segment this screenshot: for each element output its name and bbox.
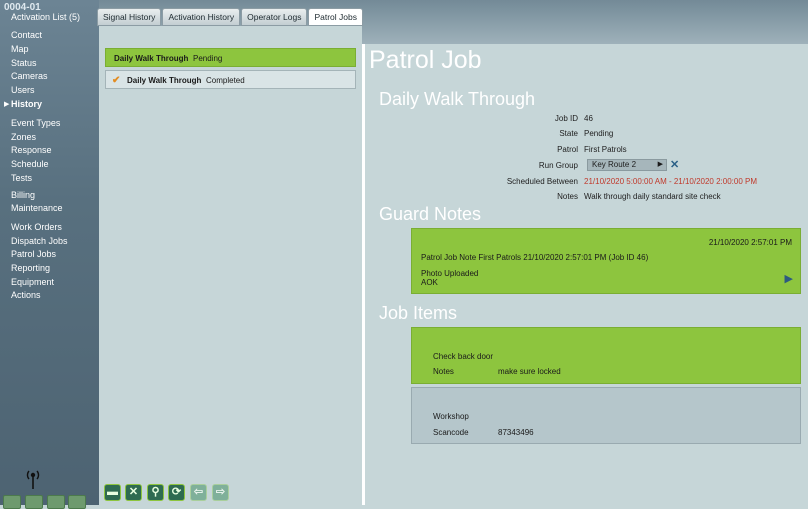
next-button[interactable]: ⇨ (212, 484, 229, 501)
job-name: Daily Walk Through (127, 76, 202, 85)
sidebar: 0004-01 Activation List (5) Contact Map … (0, 0, 99, 509)
job-item-card[interactable]: Check back door Notes make sure locked (411, 327, 801, 384)
run-group-value: Key Route 2 (592, 160, 637, 169)
job-item-notes-label: Notes (433, 367, 454, 376)
job-status: Pending (193, 54, 223, 63)
sidebar-item-activation-list[interactable]: Activation List (5) (11, 12, 80, 22)
sidebar-item-work-orders[interactable]: Work Orders (11, 222, 62, 232)
job-items-title: Job Items (379, 303, 458, 323)
job-list-item-pending[interactable]: Daily Walk Through Pending (105, 48, 356, 67)
job-list-item-completed[interactable]: ✔ Daily Walk Through Completed (105, 70, 356, 89)
note-line-aok: AOK (421, 278, 438, 287)
previous-button[interactable]: ⇦ (190, 484, 207, 501)
page-title: Patrol Job (369, 46, 482, 74)
close-button[interactable]: ✕ (125, 484, 142, 501)
sidebar-item-reporting[interactable]: Reporting (11, 263, 50, 273)
note-text: Patrol Job Note First Patrols 21/10/2020… (421, 253, 649, 262)
job-id-label: Job ID (554, 114, 578, 123)
panel-splitter[interactable] (362, 44, 365, 505)
sidebar-item-response[interactable]: Response (11, 145, 52, 155)
job-item-scancode-value: 87343496 (498, 428, 534, 437)
note-line-photo: Photo Uploaded (421, 269, 479, 278)
sidebar-item-dispatch-jobs[interactable]: Dispatch Jobs (11, 236, 68, 246)
sidebar-item-contact[interactable]: Contact (11, 30, 42, 40)
scheduled-label: Scheduled Between (506, 177, 578, 186)
run-group-select[interactable]: Key Route 2 ▶ (587, 159, 667, 171)
state-label: State (559, 129, 578, 138)
job-item-scancode-label: Scancode (433, 428, 469, 437)
antenna-icon[interactable] (25, 468, 41, 490)
book-icon[interactable] (25, 495, 43, 509)
state-value: Pending (584, 129, 614, 138)
sidebar-item-billing[interactable]: Billing (11, 190, 35, 200)
job-name: Daily Walk Through (114, 54, 189, 63)
notes-value: Walk through daily standard site check (584, 192, 721, 201)
expand-arrow-icon[interactable]: ▶ (785, 272, 793, 285)
job-status: Completed (206, 76, 245, 85)
sidebar-item-actions[interactable]: Actions (11, 290, 41, 300)
job-list-panel: Daily Walk Through Pending ✔ Daily Walk … (99, 26, 362, 505)
refresh-button[interactable]: ⟳ (168, 484, 185, 501)
guard-notes-title: Guard Notes (379, 204, 482, 224)
guard-note-card[interactable]: 21/10/2020 2:57:01 PM Patrol Job Note Fi… (411, 228, 801, 294)
sidebar-item-schedule[interactable]: Schedule (11, 159, 49, 169)
active-arrow-icon: ▶ (4, 101, 10, 108)
sidebar-item-users[interactable]: Users (11, 85, 35, 95)
tab-activation-history[interactable]: Activation History (162, 8, 241, 26)
job-item-name: Check back door (433, 352, 494, 361)
sidebar-item-cameras[interactable]: Cameras (11, 71, 48, 81)
search-button[interactable]: ⚲ (147, 484, 164, 501)
tab-operator-logs[interactable]: Operator Logs (241, 8, 308, 26)
clear-run-group-icon[interactable]: ✕ (670, 158, 679, 171)
undo-icon[interactable] (68, 495, 86, 509)
tab-bar: Signal History Activation History Operat… (97, 8, 364, 26)
scheduled-value: 21/10/2020 5:00:00 AM - 21/10/2020 2:00:… (584, 177, 758, 186)
job-id-value: 46 (584, 114, 593, 123)
job-item-notes-value: make sure locked (498, 367, 561, 376)
job-item-card[interactable]: Workshop Scancode 87343496 (411, 387, 801, 444)
sidebar-item-event-types[interactable]: Event Types (11, 118, 60, 128)
note-timestamp: 21/10/2020 2:57:01 PM (708, 238, 792, 247)
rss-icon[interactable] (47, 495, 65, 509)
patrol-value: First Patrols (584, 145, 627, 154)
job-item-name: Workshop (433, 412, 469, 421)
run-group-label: Run Group (538, 161, 578, 170)
sidebar-item-patrol-jobs[interactable]: Patrol Jobs (11, 249, 56, 259)
sidebar-item-zones[interactable]: Zones (11, 132, 36, 142)
tab-signal-history[interactable]: Signal History (97, 8, 162, 26)
sidebar-item-tests[interactable]: Tests (11, 173, 32, 183)
sidebar-item-maintenance[interactable]: Maintenance (11, 203, 63, 213)
patrol-label: Patrol (557, 145, 578, 154)
notes-label: Notes (557, 192, 578, 201)
minus-button[interactable]: ▬ (104, 484, 121, 501)
check-icon: ✔ (112, 75, 121, 86)
sidebar-item-equipment[interactable]: Equipment (11, 277, 54, 287)
dropdown-arrow-icon: ▶ (657, 161, 663, 168)
job-title: Daily Walk Through (379, 89, 536, 109)
sidebar-item-map[interactable]: Map (11, 44, 29, 54)
sitemap-icon[interactable] (3, 495, 21, 509)
sidebar-item-status[interactable]: Status (11, 58, 37, 68)
sidebar-item-history[interactable]: History (11, 99, 42, 109)
tab-patrol-jobs[interactable]: Patrol Jobs (308, 8, 363, 26)
